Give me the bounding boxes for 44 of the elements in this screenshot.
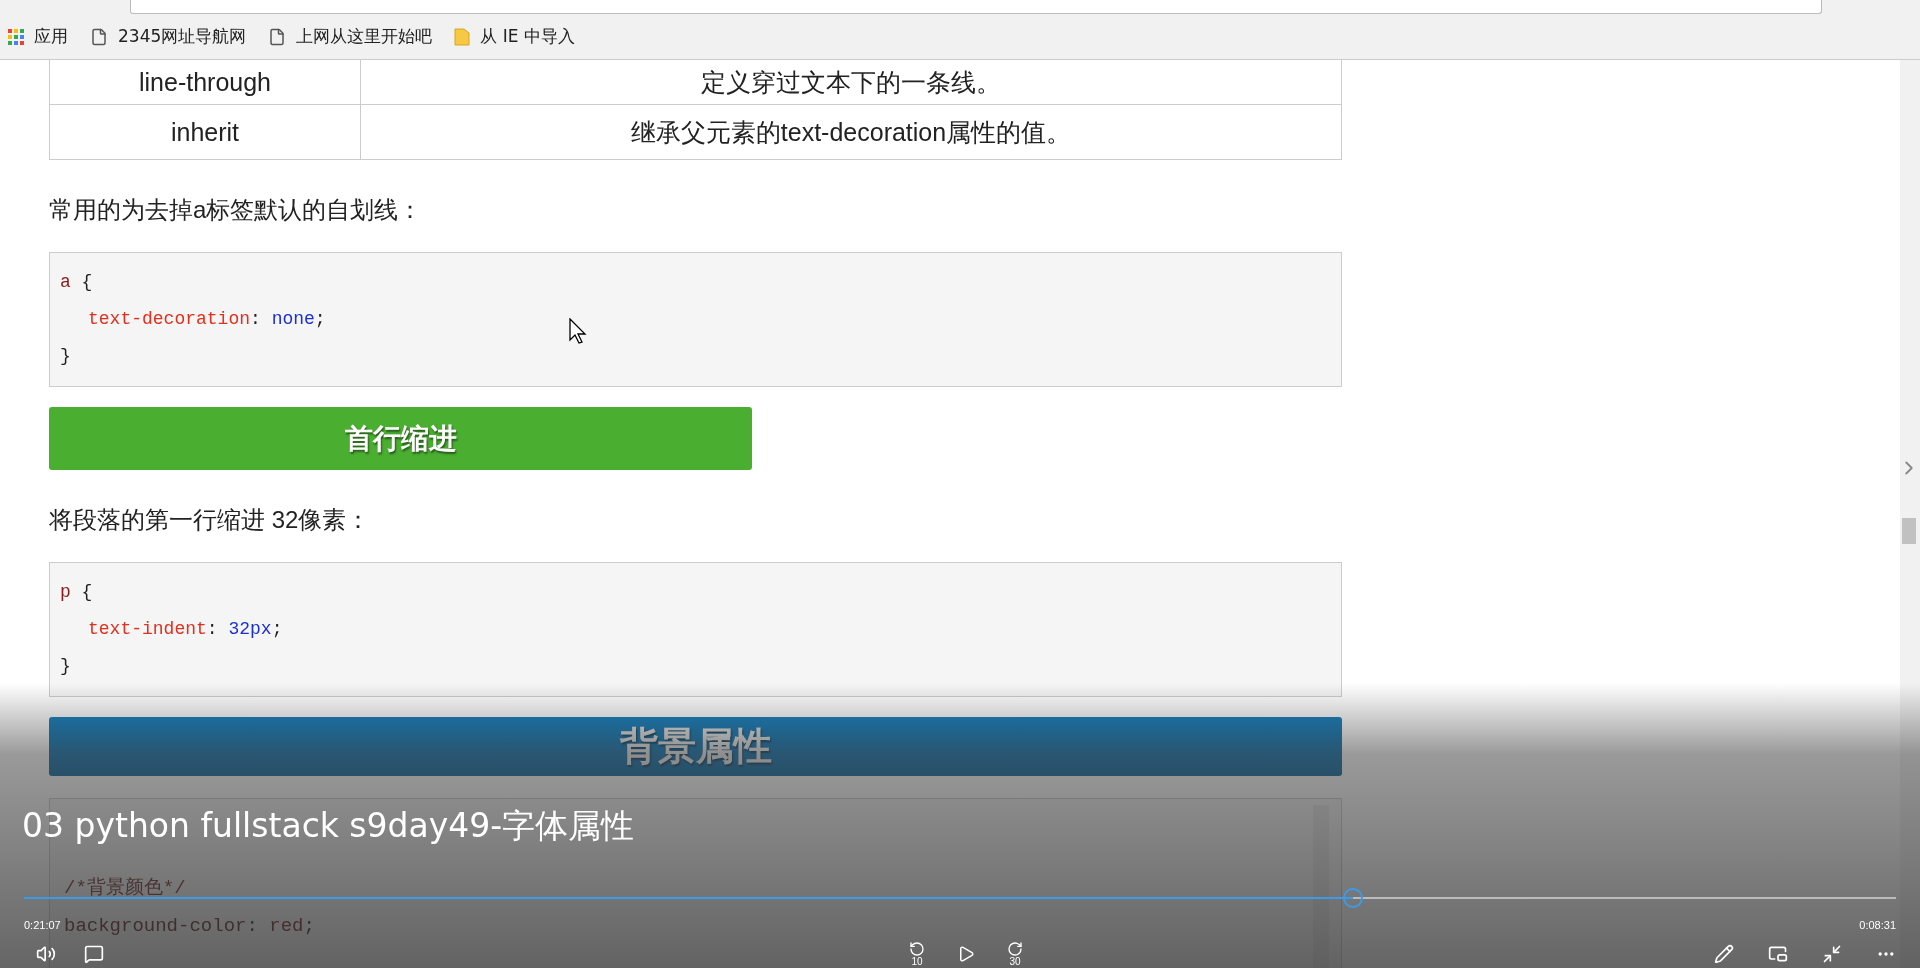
code-line: }: [60, 655, 71, 678]
video-title: 03 python fullstack s9day49-字体属性: [22, 806, 635, 846]
paragraph: 将段落的第一行缩进 32像素：: [49, 505, 372, 535]
scrollbar[interactable]: [1900, 60, 1920, 968]
skip-forward-button[interactable]: 30: [1007, 941, 1023, 967]
code-line: /*背景颜色*/: [64, 876, 186, 900]
pen-icon[interactable]: [1714, 944, 1734, 964]
page-icon: [90, 27, 108, 46]
minimize-icon[interactable]: [1822, 944, 1842, 964]
bookmark-label: 上网从这里开始吧: [296, 25, 433, 48]
code-line: text-decoration: none;: [88, 308, 326, 331]
cursor-icon: [569, 318, 587, 344]
table-cell: 定义穿过文本下的一条线。: [360, 60, 1342, 105]
table-cell: line-through: [49, 60, 361, 105]
bookmark-label: 从 IE 中导入: [480, 25, 575, 48]
section-heading: 首行缩进: [49, 407, 752, 470]
bookmark-link[interactable]: 上网从这里开始吧: [268, 25, 433, 48]
address-field[interactable]: [130, 0, 1822, 14]
elapsed-time: 0:21:07: [24, 919, 61, 931]
play-icon[interactable]: [957, 945, 975, 963]
page-icon: [268, 27, 287, 46]
code-line: text-indent: 32px;: [88, 618, 283, 641]
picture-in-picture-icon[interactable]: [1768, 944, 1788, 964]
skip-back-button[interactable]: 10: [909, 941, 925, 967]
scrollbar-thumb[interactable]: [1902, 518, 1916, 544]
remaining-time: 0:08:31: [1859, 919, 1896, 931]
bookmark-label: 应用: [34, 25, 68, 48]
captions-icon[interactable]: [84, 944, 104, 964]
bookmark-link[interactable]: 从 IE 中导入: [454, 25, 575, 48]
bookmark-link[interactable]: 2345网址导航网: [90, 25, 247, 48]
bookmark-link[interactable]: 应用: [8, 25, 68, 48]
apps-grid-icon: [8, 28, 24, 45]
table-cell: inherit: [49, 104, 361, 160]
bookmark-label: 2345网址导航网: [118, 25, 247, 48]
volume-icon[interactable]: [36, 944, 56, 964]
code-line: }: [60, 345, 71, 368]
progress-thumb[interactable]: [1343, 888, 1364, 908]
section-heading: 背景属性: [49, 717, 1342, 776]
folder-icon: [454, 27, 471, 46]
code-line: a {: [60, 271, 93, 294]
code-line: background-color: red;: [64, 914, 315, 938]
code-line: p {: [60, 581, 93, 604]
table-cell: 继承父元素的text-decoration属性的值。: [360, 104, 1342, 160]
paragraph: 常用的为去掉a标签默认的自划线：: [49, 195, 424, 225]
